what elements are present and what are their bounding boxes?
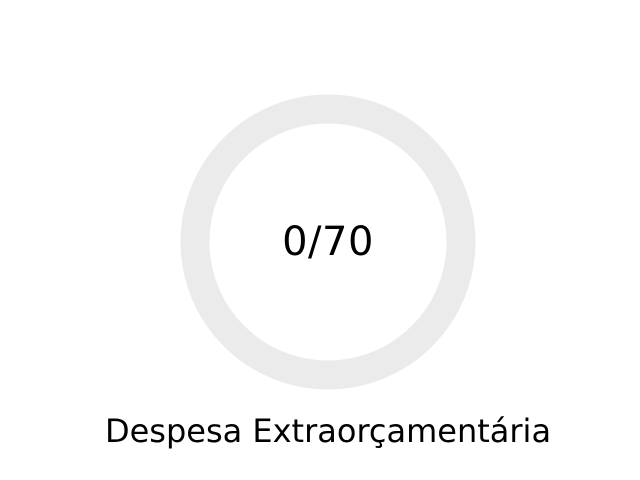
progress-screen: 0/70 Despesa Extraorçamentária bbox=[0, 0, 640, 480]
progress-label: Despesa Extraorçamentária bbox=[104, 412, 552, 450]
progress-gauge: 0/70 bbox=[180, 94, 476, 390]
progress-value-text: 0/70 bbox=[282, 219, 374, 265]
